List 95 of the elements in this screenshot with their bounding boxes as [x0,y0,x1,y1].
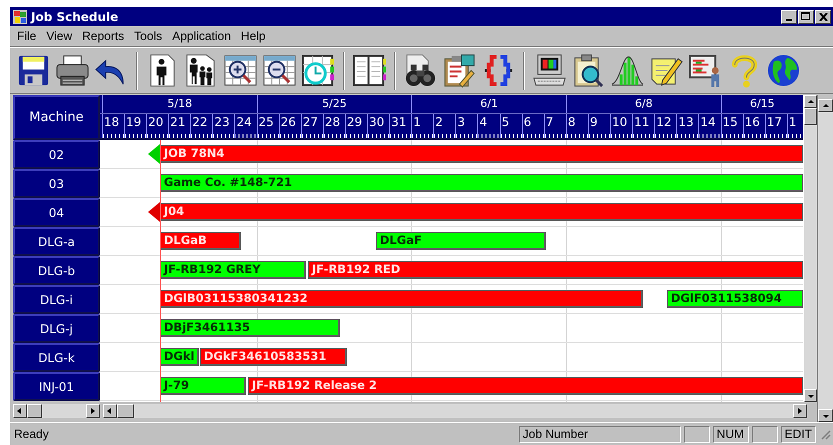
job-bar[interactable]: DGkl [160,348,199,366]
machine-label[interactable]: 02 [13,140,100,169]
status-panel: Job Number [518,426,681,442]
menu-item[interactable]: Help [236,28,271,44]
app-icon [12,8,28,24]
day-label: 8 [566,114,588,138]
machine-label[interactable]: INJ-01 [13,372,100,401]
close-button[interactable] [815,10,831,24]
day-label: 11 [632,114,654,138]
minimize-icon [786,18,792,20]
column-header: Machine [13,95,100,140]
menu-item[interactable]: File [12,28,42,44]
menu-item[interactable]: Reports [77,28,130,44]
machine-label[interactable]: 04 [13,198,100,227]
scroll-left-button[interactable] [103,404,117,418]
scroll-left-button[interactable] [13,404,27,418]
menu-item[interactable]: Tools [129,28,168,44]
machine-label[interactable]: DLG-a [13,227,100,256]
day-label: 13 [676,114,698,138]
zoom-in-icon[interactable] [223,53,258,88]
maximize-icon [801,12,811,21]
zoom-out-icon[interactable] [262,53,297,88]
day-label: 21 [168,114,190,138]
day-label: 4 [477,114,500,138]
day-label: 14 [698,114,721,138]
day-label: 30 [367,114,390,138]
job-bar[interactable]: DGlF0311538094 [666,290,803,308]
day-label: 17 [764,114,787,138]
job-bar[interactable]: JF-RB192 GREY [160,261,306,279]
machine-label[interactable]: DLG-b [13,256,100,285]
day-label: 20 [146,114,168,138]
machine-label[interactable]: DLG-k [13,343,100,372]
status-panel: NUM [712,426,749,442]
job-bar[interactable]: Game Co. #148-721 [160,174,803,192]
resize-grip-icon[interactable] [819,428,831,440]
save-icon[interactable] [16,53,51,88]
computer-icon[interactable] [532,53,567,88]
day-label: 1 [411,114,434,138]
week-label: 6/1 [411,95,566,113]
clipboard-icon[interactable] [442,53,477,88]
scrollbar-thumb[interactable] [27,404,42,418]
job-bar[interactable]: DBjF3461135 [160,319,340,337]
scroll-down-button[interactable] [818,409,833,422]
day-label: 9 [588,114,610,138]
day-label: 29 [344,114,368,138]
scroll-right-button[interactable] [793,404,807,418]
day-label: 19 [124,114,146,138]
day-label: 18 [102,114,124,138]
day-label: 7 [544,114,566,138]
scroll-right-button[interactable] [86,404,100,418]
machine-label[interactable]: 03 [13,169,100,198]
day-label: 24 [234,114,257,138]
machine-label[interactable]: DLG-j [13,314,100,343]
day-label: 28 [322,114,345,138]
day-label: 2 [433,114,456,138]
scrollbar-thumb[interactable] [804,108,817,125]
day-label: 12 [654,114,676,138]
day-label: 1 [786,114,803,138]
book-icon[interactable] [352,53,387,88]
day-label: 16 [742,114,765,138]
close-icon [818,12,828,20]
status-panel [752,426,778,442]
binoculars-icon[interactable] [403,53,438,88]
scroll-up-button[interactable] [804,95,817,108]
menu-item[interactable]: View [41,28,78,44]
job-bar[interactable]: DLGaF [376,232,546,250]
minimize-button[interactable] [781,10,797,24]
week-label: 5/25 [256,95,412,113]
menu-item[interactable]: Application [167,28,236,44]
day-label: 3 [455,114,478,138]
clock-icon[interactable] [301,53,336,88]
status-panel: EDIT [780,426,816,442]
week-label: 5/18 [102,95,257,113]
day-label: 23 [212,114,234,138]
day-label: 5 [500,114,522,138]
maximize-button[interactable] [798,10,814,24]
day-label: 26 [278,114,301,138]
status-message: Ready [13,427,50,441]
day-label: 25 [256,114,279,138]
status-panel [684,426,710,442]
scrollbar-thumb[interactable] [117,404,134,418]
week-label: 6/8 [566,95,721,113]
print-icon[interactable] [55,53,90,88]
day-label: 22 [190,114,212,138]
day-label: 6 [522,114,544,138]
day-label: 27 [300,114,323,138]
globe-icon[interactable] [766,53,801,88]
day-label: 10 [610,114,632,138]
scroll-down-button[interactable] [804,389,817,402]
job-bar[interactable]: J-79 [160,377,246,395]
machine-label[interactable]: DLG-i [13,285,100,314]
scroll-up-button[interactable] [818,99,833,112]
window-title: Job Schedule [31,10,120,24]
day-label: 31 [389,114,412,138]
day-label: 15 [720,114,743,138]
